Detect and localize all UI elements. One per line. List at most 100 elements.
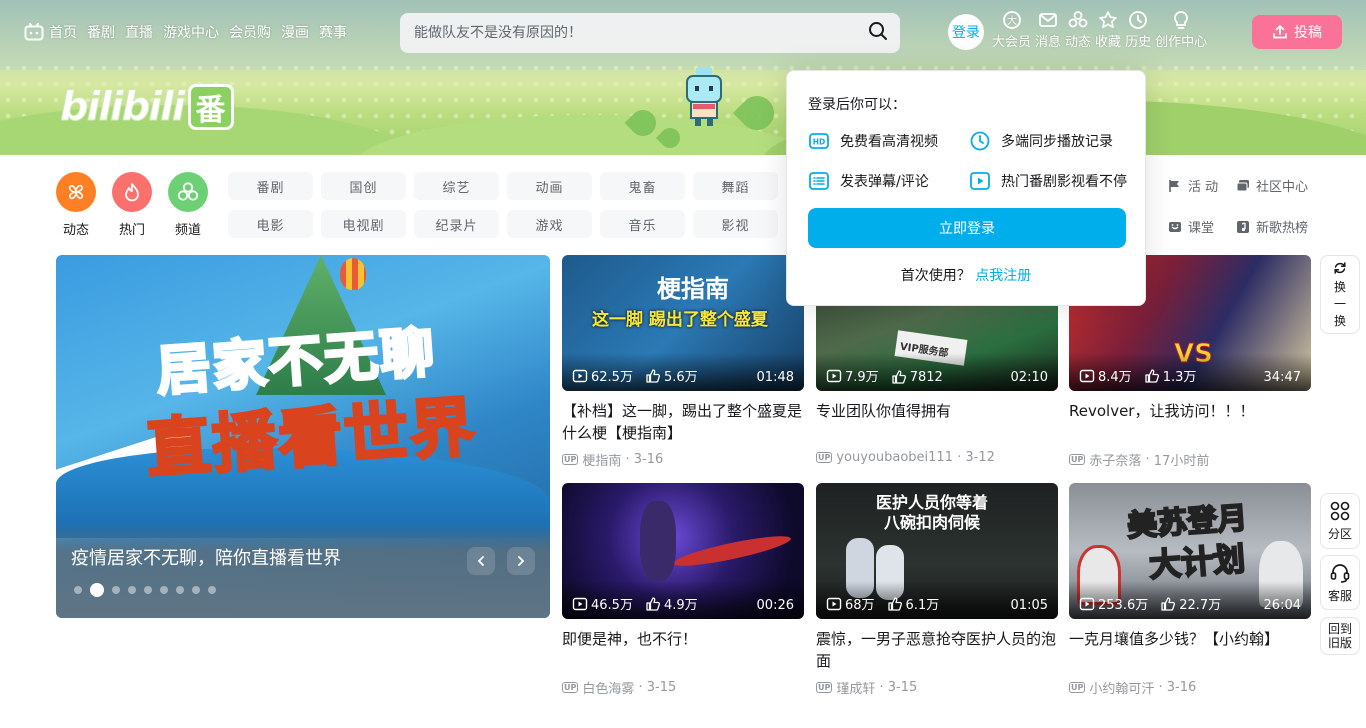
video-meta[interactable]: UP 瑾成轩 · 3-15 (816, 678, 1058, 697)
nav-history[interactable]: 历史 (1125, 10, 1151, 50)
svg-text:HD: HD (813, 138, 826, 147)
quick-dynamic[interactable]: 动态 (51, 172, 101, 238)
music-icon (1237, 220, 1249, 233)
nav-match[interactable]: 赛事 (319, 22, 347, 42)
channel-kichiku[interactable]: 鬼畜 (600, 172, 685, 200)
carousel-dot[interactable] (74, 586, 82, 594)
feature-sync-history: 多端同步播放记录 (969, 130, 1113, 152)
play-count-icon (1079, 597, 1095, 610)
like-icon (1145, 368, 1159, 383)
nav-mall[interactable]: 会员购 (229, 22, 271, 42)
nav-live[interactable]: 直播 (125, 22, 153, 42)
carousel-indicators (74, 583, 216, 597)
channel-grid: 番剧 国创 综艺 动画 鬼畜 舞蹈 电影 电视剧 纪录片 游戏 音乐 影视 (228, 172, 778, 238)
video-meta[interactable]: UP 白色海雾 · 3-15 (562, 678, 804, 697)
customer-service-button[interactable]: 客服 (1320, 555, 1360, 610)
nav-manga[interactable]: 漫画 (281, 22, 309, 42)
clock-icon (1129, 11, 1147, 29)
balloon-image (340, 258, 366, 290)
video-thumbnail[interactable]: 46.5万 4.9万 00:26 (562, 483, 804, 619)
login-avatar-button[interactable]: 登录 (948, 14, 984, 50)
featured-carousel[interactable]: 居家不无聊 直播看世界 疫情居家不无聊，陪你直播看世界 (56, 255, 550, 618)
video-meta[interactable]: UP 小约翰可汗 · 3-16 (1069, 678, 1311, 697)
register-link[interactable]: 点我注册 (975, 268, 1031, 284)
search-bar (400, 13, 900, 53)
nav-favorites[interactable]: 收藏 (1095, 10, 1121, 50)
upload-button[interactable]: 投稿 (1252, 15, 1342, 49)
channel-movie[interactable]: 电影 (228, 210, 313, 238)
login-now-button[interactable]: 立即登录 (808, 208, 1126, 248)
channel-variety[interactable]: 综艺 (414, 172, 499, 200)
video-card[interactable]: 梗指南 这一脚 踢出了整个盛夏 62.5万 5.6万 01:48 【补档】这一脚… (562, 255, 804, 469)
video-card[interactable]: 医护人员你等着 八碗扣肉伺候 68万 6.1万 01:05 震惊，一男子恶意抢夺… (816, 483, 1058, 697)
carousel-dot[interactable] (192, 586, 200, 594)
channel-game[interactable]: 游戏 (507, 210, 592, 238)
upload-icon (1273, 25, 1287, 39)
channel-documentary[interactable]: 纪录片 (414, 210, 499, 238)
nav-bangumi[interactable]: 番剧 (87, 22, 115, 42)
carousel-next-button[interactable] (507, 547, 535, 575)
play-count-icon (826, 597, 842, 610)
nav-vip[interactable]: 大 大会员 (992, 10, 1031, 50)
partition-button[interactable]: 分区 (1320, 493, 1360, 549)
star-icon (1099, 11, 1117, 29)
side-link-activity[interactable]: 活 动 (1168, 176, 1218, 195)
community-icon (1236, 179, 1249, 191)
carousel-dot[interactable] (160, 586, 168, 594)
chevron-left-icon (477, 556, 484, 566)
carousel-dot[interactable] (144, 586, 152, 594)
quick-hot[interactable]: 热门 (107, 172, 157, 238)
channel-anime[interactable]: 动画 (507, 172, 592, 200)
video-meta[interactable]: UP youyoubaobei111 · 3-12 (816, 450, 1058, 465)
carousel-dot[interactable] (208, 586, 216, 594)
headset-icon (1330, 563, 1350, 583)
top-navigation: 首页 番剧 直播 游戏中心 会员购 漫画 赛事 登录 大 大会员 消息 动态 收… (0, 0, 1366, 64)
fire-icon (125, 183, 139, 202)
carousel-prev-button[interactable] (467, 547, 495, 575)
like-icon (887, 596, 902, 611)
video-title[interactable]: 一克月壤值多少钱？【小约翰】 (1069, 628, 1311, 650)
nav-dynamic[interactable]: 动态 (1065, 10, 1091, 50)
video-card[interactable]: 46.5万 4.9万 00:26 即便是神，也不行！ UP 白色海雾 · 3-1… (562, 483, 804, 697)
video-thumbnail[interactable]: 美苏登月 大计划 253.6万 22.7万 26:04 (1069, 483, 1311, 619)
channel-bangumi[interactable]: 番剧 (228, 172, 313, 200)
video-thumbnail[interactable]: 医护人员你等着 八碗扣肉伺候 68万 6.1万 01:05 (816, 483, 1058, 619)
channel-film[interactable]: 影视 (693, 210, 778, 238)
old-version-button[interactable]: 回到 旧版 (1320, 617, 1360, 655)
channel-guochuang[interactable]: 国创 (321, 172, 406, 200)
carousel-dot[interactable] (128, 586, 136, 594)
video-title[interactable]: Revolver，让我访问！！！ (1069, 400, 1311, 422)
video-meta[interactable]: UP 赤子奈落 · 17小时前 (1069, 450, 1311, 469)
channel-dance[interactable]: 舞蹈 (693, 172, 778, 200)
carousel-dot[interactable] (176, 586, 184, 594)
nav-message[interactable]: 消息 (1035, 10, 1061, 50)
video-meta[interactable]: UP 梗指南 · 3-16 (562, 450, 804, 469)
video-title[interactable]: 【补档】这一脚，踢出了整个盛夏是什么梗【梗指南】 (562, 400, 804, 444)
dynamic-icon (1068, 11, 1088, 28)
channel-tv[interactable]: 电视剧 (321, 210, 406, 238)
like-icon (892, 370, 906, 384)
nav-creator-center[interactable]: 创作中心 (1155, 10, 1207, 50)
side-link-community[interactable]: 社区中心 (1236, 176, 1308, 195)
like-icon (646, 368, 660, 383)
search-input[interactable] (414, 25, 868, 41)
channel-music[interactable]: 音乐 (600, 210, 685, 238)
side-link-classroom[interactable]: 课堂 (1168, 217, 1218, 236)
quick-channel[interactable]: 频道 (163, 172, 213, 238)
nav-game-center[interactable]: 游戏中心 (163, 22, 219, 42)
video-title[interactable]: 专业团队你值得拥有 (816, 400, 1058, 422)
video-title[interactable]: 即便是神，也不行！ (562, 628, 804, 650)
bilibili-logo[interactable]: bilibili 番 (60, 84, 234, 131)
refresh-button[interactable]: 换 一 换 (1320, 255, 1360, 334)
feature-hot-anime: 热门番剧影视看不停 (969, 170, 1127, 192)
carousel-dot[interactable] (90, 583, 104, 597)
carousel-caption[interactable]: 疫情居家不无聊，陪你直播看世界 (71, 544, 341, 570)
video-title[interactable]: 震惊，一男子恶意抢夺医护人员的泡面 (816, 628, 1058, 672)
video-thumbnail[interactable]: 梗指南 这一脚 踢出了整个盛夏 62.5万 5.6万 01:48 (562, 255, 804, 391)
nav-home[interactable]: 首页 (49, 22, 77, 42)
search-icon[interactable] (868, 21, 888, 45)
side-link-new-songs[interactable]: 新歌热榜 (1236, 217, 1308, 236)
popup-title: 登录后你可以： (808, 97, 906, 113)
carousel-dot[interactable] (112, 586, 120, 594)
video-card[interactable]: 美苏登月 大计划 253.6万 22.7万 26:04 一克月壤值多少钱？【小约… (1069, 483, 1311, 697)
